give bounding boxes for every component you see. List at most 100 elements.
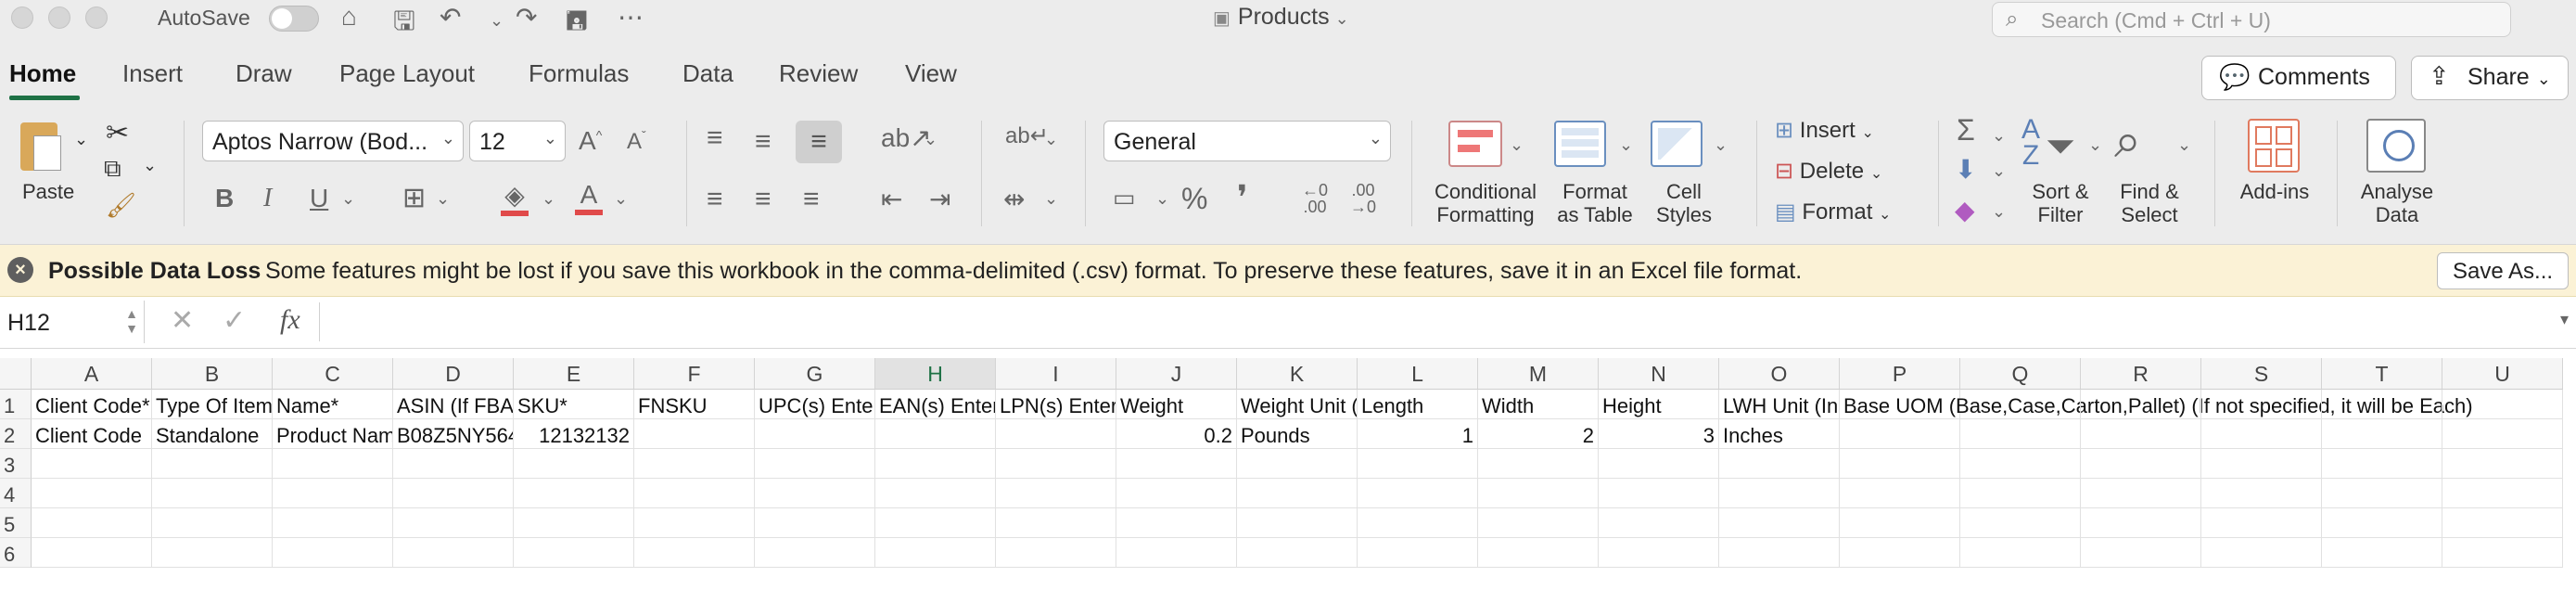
format-painter-icon[interactable]: 🖌: [106, 191, 136, 220]
redo-icon[interactable]: ↷: [516, 2, 537, 32]
merge-dropdown-icon[interactable]: ⌄: [1044, 189, 1058, 209]
enter-icon[interactable]: ✓: [223, 304, 246, 337]
cell-c3[interactable]: [273, 449, 393, 479]
cell-k3[interactable]: [1237, 449, 1358, 479]
clear-icon[interactable]: ◆: [1955, 195, 1975, 225]
cell-l5[interactable]: [1358, 508, 1478, 538]
cell-h3[interactable]: [875, 449, 996, 479]
cell-q6[interactable]: [1960, 538, 2081, 568]
cell-b4[interactable]: [152, 479, 273, 508]
cell-t4[interactable]: [2322, 479, 2442, 508]
cell-g4[interactable]: [755, 479, 875, 508]
underline-button[interactable]: U: [310, 184, 328, 213]
column-header-b[interactable]: B: [152, 358, 273, 390]
format-as-table-icon[interactable]: [1554, 121, 1606, 167]
cell-o5[interactable]: [1719, 508, 1840, 538]
cell-b6[interactable]: [152, 538, 273, 568]
column-header-o[interactable]: O: [1719, 358, 1840, 390]
cell-l3[interactable]: [1358, 449, 1478, 479]
save-icon[interactable]: 🖫: [393, 2, 415, 46]
align-left-icon[interactable]: ≡: [707, 184, 723, 215]
cut-icon[interactable]: ✂: [106, 117, 129, 149]
font-color-icon[interactable]: A: [575, 180, 603, 215]
conditional-formatting-dropdown-icon[interactable]: ⌄: [1510, 135, 1524, 155]
tab-data[interactable]: Data: [682, 59, 733, 88]
copy-dropdown-icon[interactable]: ⌄: [143, 156, 157, 175]
paste-button-label[interactable]: Paste: [22, 180, 74, 203]
cell-p5[interactable]: [1840, 508, 1960, 538]
cell-j1[interactable]: Weight: [1116, 390, 1237, 419]
cell-u4[interactable]: [2442, 479, 2563, 508]
cell-i5[interactable]: [996, 508, 1116, 538]
cell-t2[interactable]: [2322, 419, 2442, 449]
share-button[interactable]: ⇪ Share ⌄: [2411, 56, 2569, 100]
cell-a3[interactable]: [32, 449, 152, 479]
cell-e4[interactable]: [514, 479, 634, 508]
cell-u3[interactable]: [2442, 449, 2563, 479]
add-ins-label[interactable]: Add-ins: [2235, 180, 2315, 203]
cell-i6[interactable]: [996, 538, 1116, 568]
cell-e5[interactable]: [514, 508, 634, 538]
cell-d4[interactable]: [393, 479, 514, 508]
cell-k2[interactable]: Pounds: [1237, 419, 1358, 449]
cell-j2[interactable]: 0.2: [1116, 419, 1237, 449]
cell-c1[interactable]: Name*: [273, 390, 393, 419]
cell-k4[interactable]: [1237, 479, 1358, 508]
cell-g5[interactable]: [755, 508, 875, 538]
cell-q1[interactable]: [1960, 390, 2081, 419]
cell-b1[interactable]: Type Of Item: [152, 390, 273, 419]
cell-r2[interactable]: [2081, 419, 2201, 449]
tab-home[interactable]: Home: [9, 59, 76, 88]
cell-h2[interactable]: [875, 419, 996, 449]
align-bottom-icon[interactable]: ≡: [796, 121, 842, 163]
column-header-e[interactable]: E: [514, 358, 634, 390]
decrease-font-size-icon[interactable]: Aˇ: [627, 128, 646, 155]
cell-j4[interactable]: [1116, 479, 1237, 508]
cell-l2[interactable]: 1: [1358, 419, 1478, 449]
cell-f4[interactable]: [634, 479, 755, 508]
wrap-text-dropdown-icon[interactable]: ⌄: [1044, 130, 1058, 149]
cell-l1[interactable]: Length: [1358, 390, 1478, 419]
cell-j3[interactable]: [1116, 449, 1237, 479]
add-ins-icon[interactable]: [2248, 119, 2300, 173]
cell-q4[interactable]: [1960, 479, 2081, 508]
cell-t5[interactable]: [2322, 508, 2442, 538]
column-header-a[interactable]: A: [32, 358, 152, 390]
format-as-table-dropdown-icon[interactable]: ⌄: [1619, 135, 1633, 155]
autosave-toggle[interactable]: [269, 6, 319, 32]
cell-i4[interactable]: [996, 479, 1116, 508]
cell-q2[interactable]: [1960, 419, 2081, 449]
cell-k5[interactable]: [1237, 508, 1358, 538]
borders-dropdown-icon[interactable]: ⌄: [436, 189, 450, 209]
comma-style-button[interactable]: ❜: [1237, 178, 1248, 217]
cancel-icon[interactable]: ✕: [171, 304, 194, 337]
close-window-button[interactable]: [11, 6, 33, 29]
column-header-r[interactable]: R: [2081, 358, 2201, 390]
close-message-icon[interactable]: ×: [7, 257, 33, 283]
cell-r4[interactable]: [2081, 479, 2201, 508]
tab-insert[interactable]: Insert: [122, 59, 183, 88]
column-header-i[interactable]: I: [996, 358, 1116, 390]
cell-g1[interactable]: UPC(s) Enter: [755, 390, 875, 419]
column-header-k[interactable]: K: [1237, 358, 1358, 390]
tab-view[interactable]: View: [905, 59, 957, 88]
select-all-button[interactable]: [0, 358, 32, 390]
cell-l6[interactable]: [1358, 538, 1478, 568]
underline-dropdown-icon[interactable]: ⌄: [341, 189, 355, 209]
cell-k6[interactable]: [1237, 538, 1358, 568]
font-color-dropdown-icon[interactable]: ⌄: [614, 189, 628, 209]
row-header-4[interactable]: 4: [0, 479, 32, 508]
conditional-formatting-icon[interactable]: [1448, 121, 1502, 167]
analyse-data-icon[interactable]: [2366, 119, 2426, 173]
cell-h1[interactable]: EAN(s) Enter: [875, 390, 996, 419]
increase-decimal-icon[interactable]: ←0.00: [1302, 182, 1328, 215]
insert-cells-button[interactable]: ⊞ Insert ⌄: [1775, 117, 1905, 144]
cell-n5[interactable]: [1599, 508, 1719, 538]
cell-styles-icon[interactable]: [1651, 121, 1702, 167]
cell-p1[interactable]: Base UOM (Base,Case,Carton,Pallet) (If n…: [1840, 390, 2473, 419]
font-name-select[interactable]: Aptos Narrow (Bod... ⌄: [202, 121, 464, 161]
cell-u1[interactable]: [2442, 390, 2563, 419]
cell-a1[interactable]: Client Code*: [32, 390, 152, 419]
column-header-g[interactable]: G: [755, 358, 875, 390]
cell-s2[interactable]: [2201, 419, 2322, 449]
